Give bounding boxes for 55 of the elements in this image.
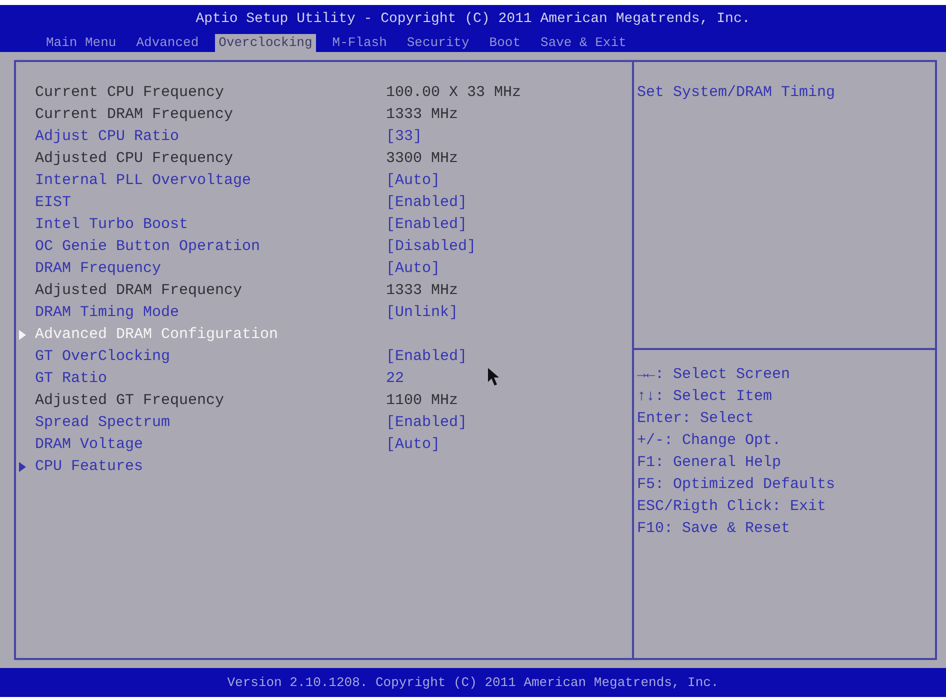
setting-label[interactable]: Spread Spectrum (35, 413, 386, 433)
setting-value[interactable]: [Enabled] (386, 347, 468, 367)
setting-value: 100.00 X 33 MHz (386, 83, 522, 103)
setting-label[interactable]: GT Ratio (35, 369, 386, 389)
bios-title: Aptio Setup Utility - Copyright (C) 2011 American Megatrends, Inc. (194, 10, 752, 28)
setting-label[interactable]: GT OverClocking (35, 347, 386, 367)
setting-label: Adjusted DRAM Frequency (35, 281, 244, 301)
setting-value: 3300 MHz (386, 149, 458, 169)
setting-value[interactable]: [Auto] (386, 435, 440, 455)
setting-label[interactable]: Advanced DRAM Configuration (35, 325, 386, 345)
setting-label[interactable]: Intel Turbo Boost (35, 215, 386, 235)
menu-tab[interactable]: Security (402, 34, 474, 52)
menu-tab[interactable]: Advanced (132, 34, 203, 52)
menu-tab[interactable]: Main Menu (42, 34, 120, 52)
menu-tab[interactable]: M-Flash (328, 34, 391, 52)
submenu-arrow-icon (19, 462, 26, 472)
setting-label[interactable]: OC Genie Button Operation (35, 237, 386, 257)
setting-label[interactable]: DRAM Timing Mode (35, 303, 386, 323)
key-hint: ESC/Rigth Click: Exit (637, 497, 828, 517)
setting-label[interactable]: CPU Features (35, 457, 386, 477)
mouse-pointer-icon (488, 368, 500, 386)
key-hint: F5: Optimized Defaults (637, 475, 836, 495)
setting-value[interactable]: 22 (386, 369, 404, 389)
setting-value[interactable]: [Unlink] (386, 303, 458, 323)
setting-value: 1100 MHz (386, 391, 458, 411)
setting-label: Current DRAM Frequency (35, 105, 234, 125)
setting-value: 1333 MHz (386, 281, 458, 301)
setting-value[interactable]: [33] (386, 127, 422, 147)
key-hint: Enter: Select (637, 409, 756, 429)
setting-value: 1333 MHz (386, 105, 458, 125)
setting-label: Current CPU Frequency (35, 83, 226, 103)
key-hint: ↑↓: Select Item (637, 387, 774, 407)
setting-label[interactable]: DRAM Voltage (35, 435, 386, 455)
menu-tab[interactable]: Overclocking (214, 34, 316, 52)
key-hint: F10: Save & Reset (637, 519, 792, 539)
setting-label: Adjusted CPU Frequency (35, 149, 234, 169)
setting-value[interactable]: [Auto] (386, 171, 440, 191)
setting-value[interactable]: [Disabled] (386, 237, 476, 257)
help-text: Set System/DRAM Timing (637, 83, 836, 103)
menu-tab[interactable]: Save & Exit (536, 34, 630, 52)
setting-value[interactable]: [Enabled] (386, 413, 468, 433)
setting-label[interactable]: DRAM Frequency (35, 259, 386, 279)
key-hint: F1: General Help (637, 453, 782, 473)
key-hint: +/-: Change Opt. (637, 431, 782, 451)
setting-value[interactable]: [Auto] (386, 259, 440, 279)
setting-value[interactable]: [Enabled] (386, 193, 468, 213)
key-hint: →←: Select Screen (637, 365, 792, 385)
setting-label[interactable]: Adjust CPU Ratio (35, 127, 386, 147)
setting-label[interactable]: Internal PLL Overvoltage (35, 171, 386, 191)
setting-label: Adjusted GT Frequency (35, 391, 226, 411)
setting-value[interactable]: [Enabled] (386, 215, 468, 235)
setting-label[interactable]: EIST (35, 193, 386, 213)
menu-tab[interactable]: Boot (485, 34, 525, 52)
version-footer: Version 2.10.1208. Copyright (C) 2011 American Megatrends, Inc. (0, 668, 946, 697)
submenu-arrow-icon (19, 330, 26, 340)
